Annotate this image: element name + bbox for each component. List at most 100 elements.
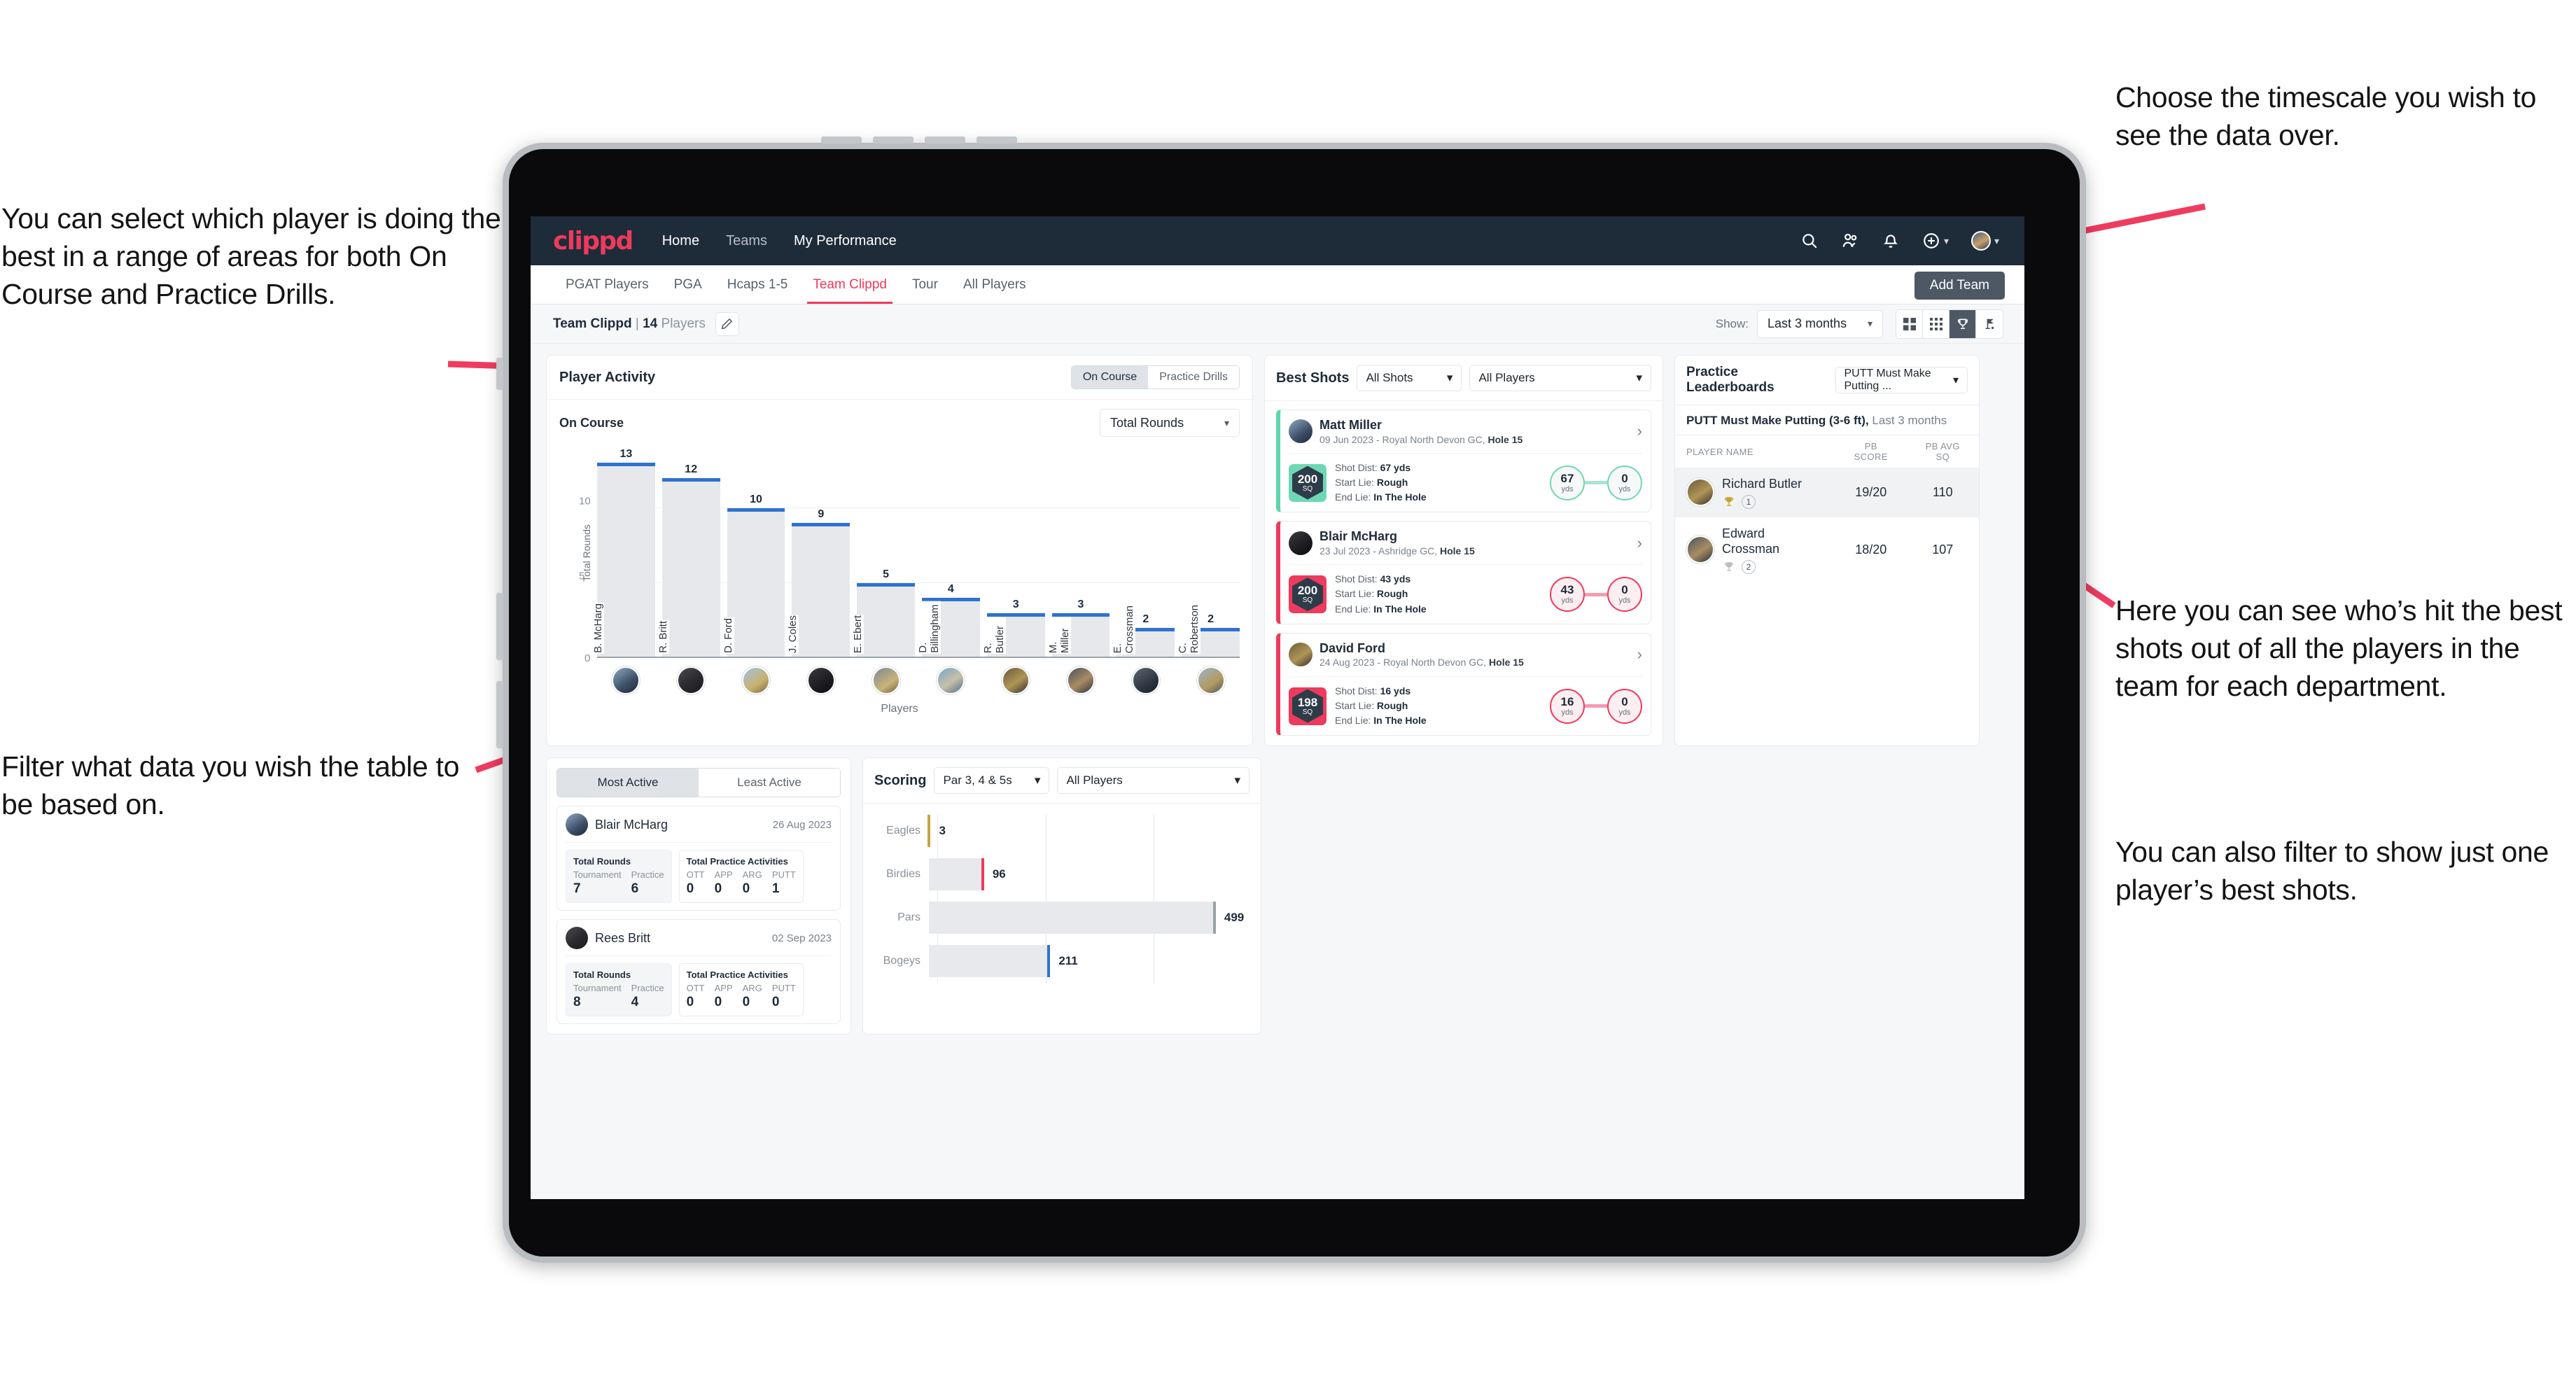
avatar[interactable] [566,927,588,950]
bar[interactable]: D. Billingham [916,598,980,658]
chevron-right-icon[interactable]: › [1637,534,1642,552]
avatar[interactable] [1131,666,1160,694]
from-value: 16 [1560,694,1574,708]
scoring-row[interactable]: Birdies 96 [873,858,1251,891]
team-heading: Team Clippd | 14 Players [553,316,706,332]
avatar[interactable] [1686,536,1714,564]
segment-practice-drills[interactable]: Practice Drills [1148,366,1239,388]
avatar[interactable] [1289,419,1312,444]
table-row[interactable]: Edward Crossman 2 18/20 107 [1675,517,1979,582]
people-icon[interactable] [1841,232,1859,250]
golf-flag-icon[interactable] [1976,310,2003,338]
avatar[interactable] [612,666,640,694]
avatar[interactable] [806,666,835,694]
chevron-right-icon[interactable]: › [1637,422,1642,440]
practice-leaderboards-card: Practice Leaderboards PUTT Must Make Put… [1674,355,1980,747]
metric-select[interactable]: Total Rounds ▾ [1100,409,1240,437]
avatar[interactable] [1289,531,1312,555]
avatar[interactable] [741,666,770,694]
bar-column[interactable]: 3 M. Miller [1046,448,1110,658]
grid-3x3-icon[interactable] [1923,309,1949,338]
timescale-select[interactable]: Last 3 months ▾ [1757,309,1883,338]
tab-hcaps-1-5[interactable]: Hcaps 1-5 [715,265,801,304]
tab-pga[interactable]: PGA [662,265,715,304]
chevron-right-icon[interactable]: › [1637,645,1642,664]
bar[interactable]: R. Britt [657,477,720,658]
best-shot-card[interactable]: Blair McHarg 23 Jul 2023 - Ashridge GC, H… [1276,521,1651,624]
bar-value-label: 2 [1208,613,1214,626]
activity-player-name: Rees Britt [595,930,651,945]
avatar[interactable] [1066,666,1095,694]
segment-on-course[interactable]: On Course [1071,366,1149,388]
scoring-player-select[interactable]: All Players ▾ [1057,767,1250,794]
bar-column[interactable]: 5 E. Ebert [852,448,915,658]
bar[interactable]: E. Ebert [852,582,915,658]
plus-circle-icon[interactable] [1922,232,1940,250]
avatar[interactable] [1970,231,1991,251]
table-row[interactable]: Richard Butler 1 19/20 110 [1675,468,1979,517]
best-shot-header: Blair McHarg 23 Jul 2023 - Ashridge GC, H… [1280,522,1651,564]
device-button [925,136,965,144]
chevron-down-icon[interactable]: ▾ [1944,235,1949,247]
bar-value-label: 9 [818,508,825,521]
par-select[interactable]: Par 3, 4 & 5s ▾ [934,767,1050,794]
tab-most-active[interactable]: Most Active [557,769,699,797]
bar[interactable]: E. Crossman [1112,604,1175,658]
tab-tour[interactable]: Tour [899,265,951,304]
activity-card-item[interactable]: Blair McHarg 26 Aug 2023 Total Rounds Tourn… [556,806,841,911]
best-shot-card[interactable]: Matt Miller 09 Jun 2023 - Royal North Dev… [1276,410,1651,513]
trophy-icon[interactable] [1949,309,1976,338]
trophy-icon [1725,561,1733,571]
bar-column[interactable]: 10 D. Ford [722,448,785,658]
scoring-track: 3 [927,815,1251,848]
add-team-button[interactable]: Add Team [1914,272,2005,300]
best-shot-card[interactable]: David Ford 24 Aug 2023 - Royal North Devo… [1276,632,1651,736]
bar[interactable]: J. Coles [787,523,850,658]
tab-all-players[interactable]: All Players [951,265,1039,304]
bell-icon[interactable] [1882,232,1900,250]
bar-column[interactable]: 9 J. Coles [787,448,850,658]
avatar[interactable] [1686,478,1714,507]
nav-link-my-performance[interactable]: My Performance [794,233,897,249]
avatar[interactable] [1289,643,1312,667]
hexagon-icon: 198 SQ [1292,689,1323,723]
grid-2x2-icon[interactable] [1896,309,1923,338]
avatar[interactable] [1002,666,1030,694]
search-icon[interactable] [1800,232,1819,250]
avatar-cell [857,666,915,694]
bar[interactable]: C. Robertson [1177,603,1240,658]
edit-team-button[interactable] [715,312,739,336]
bar[interactable]: M. Miller [1046,612,1110,658]
best-shots-player-select[interactable]: All Players ▾ [1469,365,1651,391]
bar-column[interactable]: 3 R. Butler [981,448,1045,658]
bar-column[interactable]: 4 D. Billingham [916,448,980,658]
tab-least-active[interactable]: Least Active [699,769,840,797]
shot-dist-label: Shot Dist: [1335,685,1378,696]
activity-card-item[interactable]: Rees Britt 02 Sep 2023 Total Rounds Tournam… [556,919,841,1025]
nav-link-home[interactable]: Home [662,233,699,249]
tab-team-clippd[interactable]: Team Clippd [800,265,899,304]
avatar[interactable] [566,813,588,836]
chevron-down-icon[interactable]: ▾ [1994,235,1999,247]
avatar[interactable] [677,666,706,694]
bar[interactable]: D. Ford [722,507,785,658]
tab-pgat-players[interactable]: PGAT Players [553,265,662,304]
bar-value-label: 12 [685,463,698,475]
bar[interactable]: R. Butler [981,612,1045,658]
clippd-logo[interactable]: clippd [553,227,634,255]
scoring-row[interactable]: Bogeys 211 [873,945,1251,978]
bar[interactable]: B. McHarg [592,463,655,658]
drill-select[interactable]: PUTT Must Make Putting ... ▾ [1835,367,1968,393]
avatar[interactable] [872,666,900,694]
bar-column[interactable]: 2 E. Crossman [1112,448,1175,658]
avatar[interactable] [1196,666,1225,694]
scoring-row[interactable]: Eagles 3 [873,815,1251,848]
bar-column[interactable]: 2 C. Robertson [1177,448,1240,658]
scoring-row[interactable]: Pars 499 [873,902,1251,934]
avatar[interactable] [937,666,965,694]
avatar-cell [1052,666,1110,694]
bar-column[interactable]: 12 R. Britt [657,448,720,658]
bar-column[interactable]: 13 B. McHarg [592,448,655,658]
shot-type-select[interactable]: All Shots ▾ [1357,365,1462,391]
nav-link-teams[interactable]: Teams [726,233,767,249]
